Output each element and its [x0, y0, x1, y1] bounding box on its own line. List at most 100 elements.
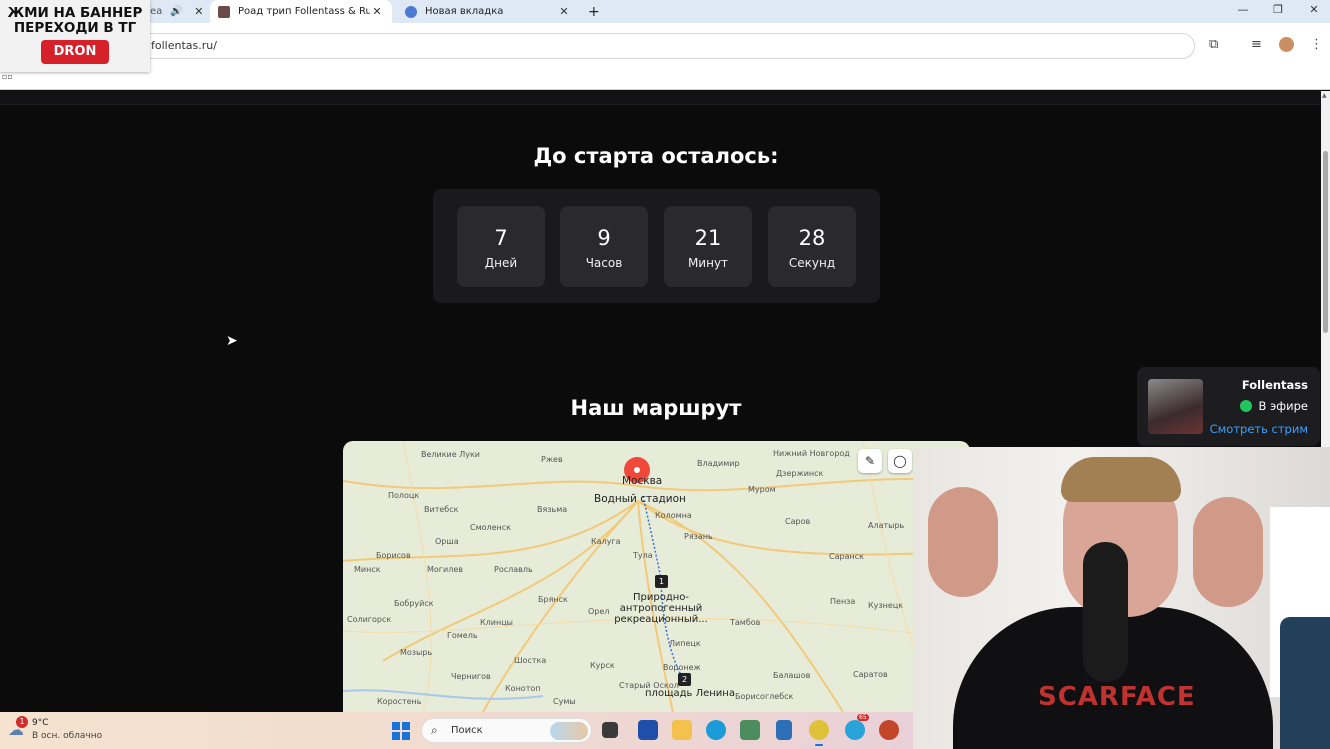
- map-city-label: Бобруйск: [394, 599, 434, 608]
- map-city-label: Чернигов: [451, 672, 491, 681]
- site-favicon-icon: [218, 5, 230, 18]
- edge-icon[interactable]: [706, 720, 726, 740]
- apps-icon[interactable]: ▫▫: [2, 72, 13, 81]
- telegram-badge: 65: [857, 714, 869, 721]
- webcam-overlay: SCARFACE: [913, 447, 1330, 749]
- map-city-label: Мозырь: [400, 648, 433, 657]
- close-tab-icon[interactable]: ✕: [193, 5, 205, 18]
- countdown-label: Часов: [585, 256, 623, 270]
- chrome-icon: [405, 5, 417, 18]
- countdown-value: 21: [694, 226, 722, 250]
- map-city-label: Смоленск: [470, 523, 512, 532]
- route-map[interactable]: Великие Луки Ржев Владимир Нижний Новгор…: [343, 441, 970, 712]
- map-city-label: Сумы: [553, 697, 576, 706]
- taskbar: ☁ 1 9°C В осн. облачно ⌕ Поиск 65: [0, 712, 913, 749]
- countdown-value: 9: [597, 226, 611, 250]
- url-text[interactable]: follentas.ru/: [151, 39, 217, 52]
- file-explorer-icon[interactable]: [672, 720, 692, 740]
- minimize-button[interactable]: —: [1234, 3, 1252, 16]
- search-placeholder: Поиск: [451, 725, 483, 736]
- close-window-button[interactable]: ✕: [1305, 3, 1323, 16]
- map-city-label: Липецк: [669, 639, 701, 648]
- lasso-icon[interactable]: ◯: [888, 449, 912, 473]
- route-heading: Наш маршрут: [570, 396, 742, 420]
- map-city-label: Дзержинск: [776, 469, 824, 478]
- countdown-hours: 9 Часов: [560, 206, 648, 287]
- map-city-label: Курск: [590, 661, 615, 670]
- speaker-icon[interactable]: 🔊: [170, 6, 182, 17]
- map-city-label: Балашов: [773, 671, 811, 680]
- map-city-label: Ржев: [541, 455, 563, 464]
- weather-temperature: 9°C: [32, 718, 49, 728]
- chrome-taskbar-icon[interactable]: [809, 720, 829, 746]
- ad-banner[interactable]: ЖМИ НА БАННЕР ПЕРЕХОДИ В ТГ DRON: [0, 0, 150, 72]
- watch-stream-link[interactable]: Смотреть стрим: [1210, 422, 1308, 436]
- destination-sublabel: Водный стадион: [594, 493, 686, 505]
- close-tab-icon[interactable]: ✕: [370, 5, 384, 18]
- menu-icon[interactable]: ⋮: [1310, 37, 1323, 52]
- waypoint-marker[interactable]: 1: [655, 575, 668, 588]
- new-tab-button[interactable]: +: [588, 0, 604, 23]
- map-city-label: Великие Луки: [421, 450, 480, 459]
- store-icon[interactable]: [638, 720, 658, 740]
- tab-title: Роад трип Follentass & RudySa: [238, 6, 370, 17]
- countdown-label: Дней: [484, 256, 518, 270]
- map-city-label: Владимир: [697, 459, 740, 468]
- address-bar[interactable]: follentas.ru/: [135, 33, 1195, 59]
- tab-new-tab[interactable]: Новая вкладка ✕: [397, 0, 581, 23]
- shirt-print: SCARFACE: [1038, 682, 1196, 712]
- tab-road-trip[interactable]: Роад трип Follentass & RudySa ✕: [210, 0, 392, 23]
- mouse-cursor-icon: ➤: [226, 333, 238, 349]
- countdown-value: 7: [494, 226, 508, 250]
- left-hand: [928, 487, 998, 597]
- streamer-name: Follentass: [1241, 378, 1308, 392]
- countdown-value: 28: [798, 226, 826, 250]
- weather-description: В осн. облачно: [32, 731, 103, 741]
- live-status: В эфире: [1240, 399, 1308, 413]
- search-icon: ⌕: [431, 723, 438, 737]
- notepad-icon[interactable]: [776, 720, 792, 740]
- map-city-label: Солигорск: [347, 615, 392, 624]
- address-bar-row: follentas.ru/: [0, 23, 1330, 65]
- map-city-label: Коростень: [377, 697, 422, 706]
- scrollbar-thumb[interactable]: [1323, 151, 1328, 333]
- ruler-icon[interactable]: ✎: [858, 449, 882, 473]
- countdown-label: Секунд: [788, 256, 836, 270]
- map-city-label: Брянск: [538, 595, 568, 604]
- browser-tab-bar: еа 🔊 ✕ Роад трип Follentass & RudySa ✕ Н…: [0, 0, 1330, 23]
- waypoint-marker[interactable]: 2: [678, 673, 691, 686]
- countdown-days: 7 Дней: [457, 206, 545, 287]
- ad-line-1: ЖМИ НА БАННЕР: [7, 5, 143, 21]
- right-hand: [1193, 497, 1263, 607]
- streamer-hair: [1061, 457, 1181, 502]
- extensions-icon[interactable]: ⧉: [1209, 37, 1218, 52]
- waypoint-label: площадь Ленина: [645, 688, 735, 699]
- map-city-label: Витебск: [424, 505, 459, 514]
- tab-audio[interactable]: еа 🔊 ✕: [150, 0, 205, 23]
- telegram-icon[interactable]: 65: [845, 714, 869, 740]
- map-city-label: Рославль: [494, 565, 533, 574]
- restore-button[interactable]: ❐: [1269, 3, 1287, 16]
- taskbar-search[interactable]: ⌕ Поиск: [421, 718, 592, 743]
- live-status-text: В эфире: [1258, 399, 1308, 413]
- map-city-label: Муром: [748, 485, 776, 494]
- task-view-icon[interactable]: [602, 722, 618, 738]
- weather-badge: 1: [16, 716, 28, 728]
- streamer-avatar: [1148, 379, 1203, 434]
- map-city-label: Калуга: [591, 537, 621, 546]
- fl-studio-icon[interactable]: [879, 720, 899, 740]
- countdown-seconds: 28 Секунд: [768, 206, 856, 287]
- profile-avatar-icon[interactable]: [1279, 37, 1294, 52]
- ad-button[interactable]: DRON: [41, 40, 109, 64]
- scroll-up-icon[interactable]: ▲: [1322, 92, 1327, 99]
- windows-start-icon[interactable]: [392, 722, 410, 740]
- background-chair: [1280, 617, 1330, 749]
- close-tab-icon[interactable]: ✕: [557, 5, 571, 18]
- map-city-label: Воронеж: [663, 663, 701, 672]
- countdown-minutes: 21 Минут: [664, 206, 752, 287]
- map-city-label: Борисов: [376, 551, 411, 560]
- photos-icon[interactable]: [740, 720, 760, 740]
- map-city-label: Клинцы: [480, 618, 513, 627]
- bookmarks-bar: ▫▫: [0, 65, 1330, 90]
- media-controls-icon[interactable]: ≡: [1251, 37, 1262, 52]
